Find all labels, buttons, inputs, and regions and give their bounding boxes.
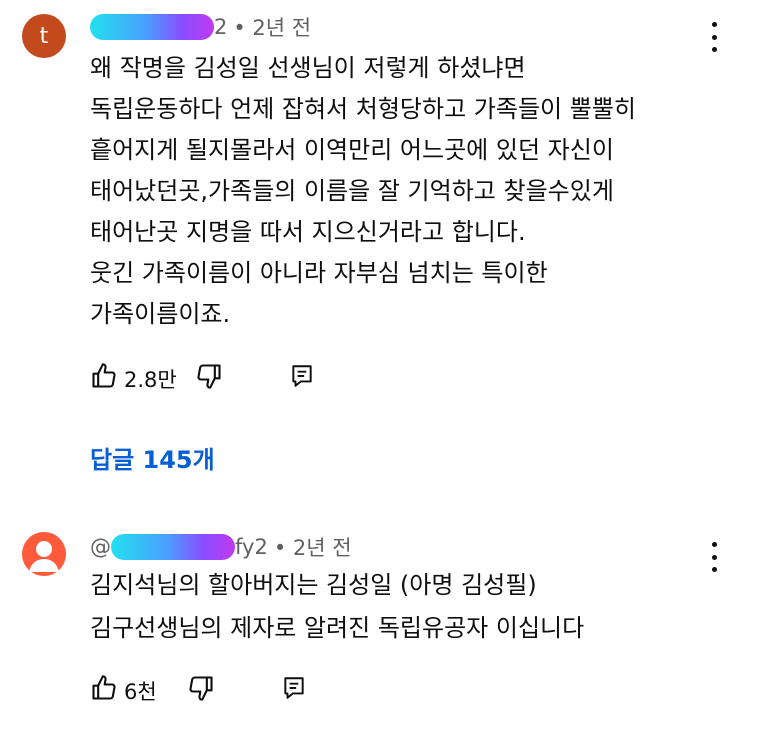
thumbs-up-icon[interactable] (90, 674, 118, 707)
redacted-username (111, 534, 235, 560)
comment-text: 왜 작명을 김성일 선생님이 저렇게 하셨냐면 독립운동하다 언제 잡혀서 처형… (90, 48, 636, 335)
like-count: 6천 (124, 679, 157, 704)
reply-comment-icon[interactable] (289, 363, 315, 394)
comment-meta: @ fy2 • 2년 전 (90, 532, 352, 562)
person-icon (29, 541, 59, 572)
like-count: 2.8만 (124, 367, 177, 392)
username-prefix[interactable]: @ (90, 535, 111, 559)
username-suffix[interactable]: fy2 (235, 535, 268, 559)
more-vert-icon[interactable] (704, 22, 724, 52)
thumbs-up-icon[interactable] (90, 362, 118, 395)
comment-line: 김지석님의 할아버지는 김성일 (아명 김성필) (90, 571, 537, 599)
comment-line: 태어났던곳,가족들의 이름을 잘 기억하고 찾을수있게 (90, 177, 614, 205)
comment-line: 웃긴 가족이름이 아니라 자부심 넘치는 특이한 (90, 259, 548, 287)
avatar[interactable] (22, 532, 66, 576)
comment-time: • 2년 전 (273, 536, 352, 560)
comment-line: 왜 작명을 김성일 선생님이 저렇게 하셨냐면 (90, 54, 526, 82)
comment-1: t 2 • 2년 전 왜 작명을 김성일 선생님이 저렇게 하셨냐면 독립운동하… (0, 0, 760, 420)
comment-time: • 2년 전 (233, 16, 312, 40)
more-vert-icon[interactable] (704, 542, 724, 572)
reply-comment-icon[interactable] (281, 675, 307, 706)
username-suffix[interactable]: 2 (214, 15, 227, 39)
comment-line: 독립운동하다 언제 잡혀서 처형당하고 가족들이 뿔뿔히 (90, 95, 636, 123)
comment-text: 김지석님의 할아버지는 김성일 (아명 김성필) 김구선생님의 제자로 알려진 … (90, 564, 584, 650)
replies-toggle-button[interactable]: 답글 145개 (90, 440, 215, 475)
thumbs-down-icon[interactable] (195, 362, 223, 395)
comment-2: @ fy2 • 2년 전 김지석님의 할아버지는 김성일 (아명 김성필) 김구… (0, 520, 760, 720)
thumbs-down-icon[interactable] (187, 674, 215, 707)
comment-actions: 6천 (90, 674, 307, 707)
comment-line: 김구선생님의 제자로 알려진 독립유공자 이십니다 (90, 614, 585, 642)
avatar[interactable]: t (22, 14, 66, 58)
comment-line: 흩어지게 될지몰라서 이역만리 어느곳에 있던 자신이 (90, 136, 614, 164)
comment-line: 가족이름이죠. (90, 300, 231, 328)
redacted-username (90, 14, 214, 40)
avatar-letter: t (39, 23, 49, 49)
comment-line: 태어난곳 지명을 따서 지으신거라고 합니다. (90, 218, 526, 246)
comment-meta: 2 • 2년 전 (90, 12, 311, 42)
comment-actions: 2.8만 (90, 362, 315, 395)
